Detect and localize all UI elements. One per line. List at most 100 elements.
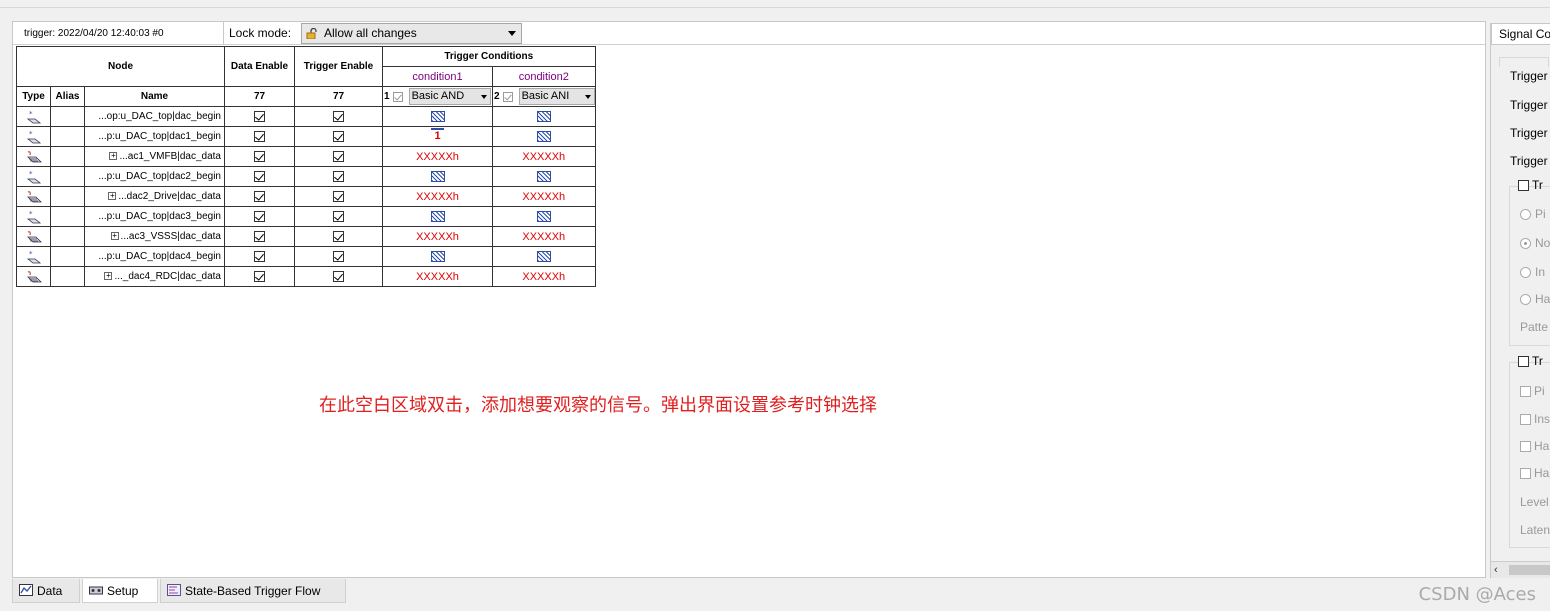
- condition1-cell[interactable]: 1: [382, 126, 493, 147]
- expand-icon[interactable]: +: [109, 152, 118, 161]
- rp-radio-1[interactable]: Pi: [1520, 207, 1546, 221]
- trigger-enable-checkbox[interactable]: [333, 210, 344, 222]
- condition2-cell[interactable]: [492, 166, 596, 187]
- trigger-enable-checkbox[interactable]: [333, 250, 344, 262]
- data-enable-cell[interactable]: [224, 206, 295, 227]
- condition1-cell[interactable]: XXXXXh: [382, 186, 493, 207]
- trigger-enable-cell[interactable]: [294, 246, 383, 267]
- signal-configuration-tab[interactable]: Signal Co: [1491, 23, 1550, 45]
- table-row[interactable]: * ...p:u_DAC_top|dac4_begin: [16, 246, 596, 267]
- condition1-mode-select[interactable]: Basic AND: [408, 88, 491, 105]
- data-enable-cell[interactable]: [224, 106, 295, 127]
- alias-cell[interactable]: [50, 166, 85, 187]
- table-row[interactable]: + ...ac1_VMFB|dac_data XXXXXh XXXXXh: [16, 146, 596, 167]
- rp-radio-3[interactable]: In: [1520, 265, 1545, 279]
- type-header[interactable]: Type: [16, 86, 51, 107]
- table-row[interactable]: * ...p:u_DAC_top|dac1_begin 1: [16, 126, 596, 147]
- trigger-enable-cell[interactable]: [294, 226, 383, 247]
- trigger-enable-cell[interactable]: [294, 186, 383, 207]
- trigger-enable-cell[interactable]: [294, 166, 383, 187]
- condition2-cell[interactable]: XXXXXh: [492, 186, 596, 207]
- data-enable-checkbox[interactable]: [254, 250, 265, 262]
- data-enable-checkbox[interactable]: [254, 110, 265, 122]
- alias-cell[interactable]: [50, 186, 85, 207]
- data-enable-cell[interactable]: [224, 166, 295, 187]
- alias-cell[interactable]: [50, 226, 85, 247]
- table-row[interactable]: * ...op:u_DAC_top|dac_begin: [16, 106, 596, 127]
- name-header[interactable]: Name: [84, 86, 225, 107]
- rp-check-1[interactable]: Pi: [1520, 384, 1545, 398]
- lock-mode-select[interactable]: Allow all changes: [301, 23, 522, 44]
- rp-group1-check[interactable]: Tr: [1518, 178, 1543, 192]
- condition1-cell[interactable]: [382, 246, 493, 267]
- condition1-label[interactable]: condition1: [382, 66, 493, 87]
- condition2-enable-checkbox[interactable]: [502, 91, 513, 102]
- condition1-enable-checkbox[interactable]: [392, 91, 403, 102]
- scroll-thumb[interactable]: [1509, 565, 1550, 575]
- condition2-cell[interactable]: XXXXXh: [492, 146, 596, 167]
- data-enable-checkbox[interactable]: [254, 270, 265, 282]
- condition2-label[interactable]: condition2: [492, 66, 596, 87]
- condition2-cell[interactable]: XXXXXh: [492, 226, 596, 247]
- data-enable-cell[interactable]: [224, 246, 295, 267]
- tab-data[interactable]: Data: [12, 579, 80, 603]
- expand-icon[interactable]: +: [104, 272, 113, 281]
- data-enable-checkbox[interactable]: [254, 190, 265, 202]
- trigger-enable-checkbox[interactable]: [333, 230, 344, 242]
- data-enable-cell[interactable]: [224, 146, 295, 167]
- data-enable-cell[interactable]: [224, 266, 295, 287]
- name-cell[interactable]: + ...ac1_VMFB|dac_data: [84, 146, 225, 167]
- trigger-enable-checkbox[interactable]: [333, 190, 344, 202]
- trigger-enable-checkbox[interactable]: [333, 130, 344, 142]
- data-enable-cell[interactable]: [224, 126, 295, 147]
- condition2-cell[interactable]: [492, 246, 596, 267]
- trigger-enable-cell[interactable]: [294, 146, 383, 167]
- trigger-enable-cell[interactable]: [294, 126, 383, 147]
- table-row[interactable]: + ...dac2_Drive|dac_data XXXXXh XXXXXh: [16, 186, 596, 207]
- condition1-cell[interactable]: [382, 166, 493, 187]
- name-cell[interactable]: ...p:u_DAC_top|dac3_begin: [84, 206, 225, 227]
- expand-icon[interactable]: +: [110, 232, 119, 241]
- name-cell[interactable]: + ...ac3_VSSS|dac_data: [84, 226, 225, 247]
- alias-cell[interactable]: [50, 246, 85, 267]
- name-cell[interactable]: ...op:u_DAC_top|dac_begin: [84, 106, 225, 127]
- condition2-cell[interactable]: XXXXXh: [492, 266, 596, 287]
- table-row[interactable]: * ...p:u_DAC_top|dac2_begin: [16, 166, 596, 187]
- condition2-cell[interactable]: [492, 126, 596, 147]
- data-enable-cell[interactable]: [224, 226, 295, 247]
- alias-header[interactable]: Alias: [50, 86, 85, 107]
- condition1-cell[interactable]: XXXXXh: [382, 266, 493, 287]
- data-enable-checkbox[interactable]: [254, 170, 265, 182]
- rp-check-3[interactable]: Ha: [1520, 439, 1549, 453]
- rp-group2-check[interactable]: Tr: [1518, 354, 1543, 368]
- trigger-enable-checkbox[interactable]: [333, 270, 344, 282]
- rp-check-2[interactable]: Ins: [1520, 412, 1550, 426]
- scroll-left-arrow-icon[interactable]: ‹: [1494, 564, 1498, 576]
- condition1-cell[interactable]: XXXXXh: [382, 226, 493, 247]
- trigger-enable-checkbox[interactable]: [333, 150, 344, 162]
- alias-cell[interactable]: [50, 206, 85, 227]
- name-cell[interactable]: ...p:u_DAC_top|dac2_begin: [84, 166, 225, 187]
- data-enable-checkbox[interactable]: [254, 230, 265, 242]
- table-row[interactable]: + ..._dac4_RDC|dac_data XXXXXh XXXXXh: [16, 266, 596, 287]
- alias-cell[interactable]: [50, 106, 85, 127]
- table-row[interactable]: + ...ac3_VSSS|dac_data XXXXXh XXXXXh: [16, 226, 596, 247]
- tab-state-based-trigger-flow[interactable]: State-Based Trigger Flow: [160, 579, 346, 603]
- trigger-enable-checkbox[interactable]: [333, 170, 344, 182]
- data-enable-checkbox[interactable]: [254, 130, 265, 142]
- data-enable-checkbox[interactable]: [254, 210, 265, 222]
- trigger-enable-cell[interactable]: [294, 266, 383, 287]
- condition1-cell[interactable]: [382, 106, 493, 127]
- tab-setup[interactable]: Setup: [82, 579, 158, 603]
- table-row[interactable]: * ...p:u_DAC_top|dac3_begin: [16, 206, 596, 227]
- name-cell[interactable]: + ...dac2_Drive|dac_data: [84, 186, 225, 207]
- name-cell[interactable]: ...p:u_DAC_top|dac1_begin: [84, 126, 225, 147]
- rp-radio-4[interactable]: Ha: [1520, 292, 1550, 306]
- expand-icon[interactable]: +: [108, 192, 117, 201]
- alias-cell[interactable]: [50, 126, 85, 147]
- trigger-enable-cell[interactable]: [294, 206, 383, 227]
- trigger-enable-checkbox[interactable]: [333, 110, 344, 122]
- condition2-mode-select[interactable]: Basic ANI: [518, 88, 595, 105]
- rp-horizontal-scrollbar[interactable]: ‹: [1491, 561, 1550, 578]
- condition2-cell[interactable]: [492, 206, 596, 227]
